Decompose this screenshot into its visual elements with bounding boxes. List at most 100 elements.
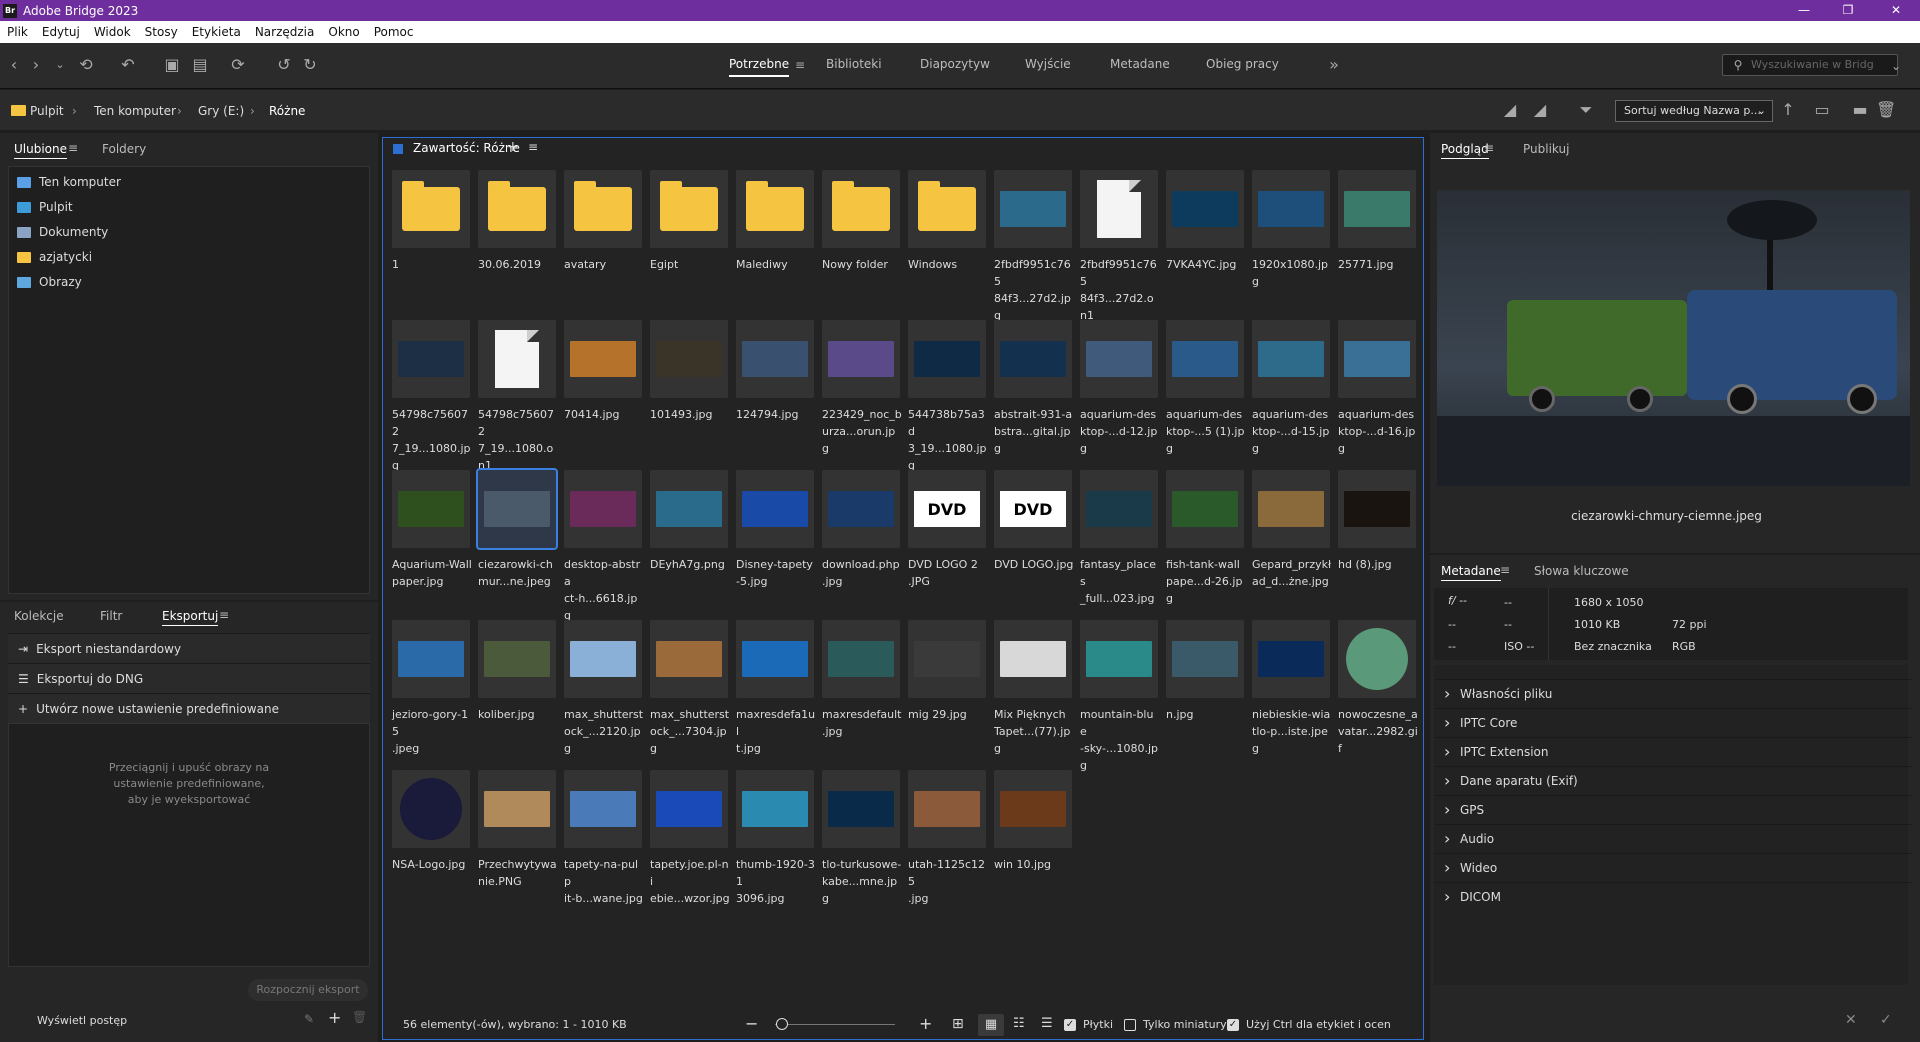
rotate-left-icon[interactable]: ↺	[274, 55, 294, 75]
thumbnail-tile[interactable]	[392, 170, 470, 248]
thumbnail-tile[interactable]	[1338, 320, 1416, 398]
tab-foldery[interactable]: Foldery	[102, 142, 146, 156]
thumbnail-label[interactable]: avatary	[564, 256, 644, 273]
thumbnail-label[interactable]: tlo-turkusowe-kabe...mne.jpg	[822, 856, 902, 907]
thumbnail-label[interactable]: Egipt	[650, 256, 730, 273]
menu-edytuj[interactable]: Edytuj	[35, 25, 87, 39]
breadcrumb-pulpit[interactable]: Pulpit	[30, 104, 64, 118]
thumbnail-label[interactable]: 54798c756072 7_19...1080.on1	[478, 406, 558, 474]
breadcrumb-gry[interactable]: Gry (E:)	[198, 104, 244, 118]
thumbnail-label[interactable]: jezioro-gory-15 .jpeg	[392, 706, 472, 757]
menu-narzedzia[interactable]: Narzędzia	[248, 25, 322, 39]
thumbnail-label[interactable]: 70414.jpg	[564, 406, 644, 423]
thumbnail-tile[interactable]	[1252, 170, 1330, 248]
metadata-section[interactable]: Dane aparatu (Exif)	[1434, 766, 1912, 795]
thumbnail-tile[interactable]	[476, 468, 558, 550]
thumbnail-label[interactable]: Disney-tapety -5.jpg	[736, 556, 816, 590]
trash-icon[interactable]: 🗑	[1876, 100, 1896, 120]
thumbnail-label[interactable]: aquarium-des ktop-...d-12.jpg	[1080, 406, 1160, 457]
panel-menu-icon[interactable]: ≡	[68, 141, 78, 155]
thumbnail-label[interactable]: Przechwytywa nie.PNG	[478, 856, 558, 890]
thumbnail-tile[interactable]: DVD	[908, 470, 986, 548]
sync-icon[interactable]: ⟳	[228, 55, 248, 75]
thumbnail-tile[interactable]	[564, 320, 642, 398]
menu-etykieta[interactable]: Etykieta	[185, 25, 248, 39]
thumbnail-tile[interactable]	[478, 770, 556, 848]
workspace-menu-icon[interactable]: ≡	[790, 55, 810, 75]
add-tab-icon[interactable]: +	[507, 139, 519, 155]
edit-icon[interactable]: ✎	[304, 1012, 314, 1026]
thumbnail-label[interactable]: Malediwy	[736, 256, 816, 273]
thumbnail-label[interactable]: fish-tank-wall pape...d-26.jpg	[1166, 556, 1246, 607]
thumbnail-tile[interactable]	[392, 320, 470, 398]
tab-biblioteki[interactable]: Biblioteki	[826, 57, 882, 71]
new-preset[interactable]: + Utwórz nowe ustawienie predefiniowane	[8, 693, 370, 723]
breadcrumb-rozne[interactable]: Różne	[269, 104, 305, 118]
thumbnail-label[interactable]: desktop-abstra ct-h...6618.jpg	[564, 556, 644, 624]
metadata-section[interactable]: Własności pliku	[1434, 679, 1912, 708]
thumbnail-tile[interactable]	[1338, 170, 1416, 248]
thumbnail-tile[interactable]	[1166, 620, 1244, 698]
thumbnail-tile[interactable]	[650, 470, 728, 548]
thumbnail-tile[interactable]	[1252, 620, 1330, 698]
thumbnail-label[interactable]: n.jpg	[1166, 706, 1246, 723]
thumbnail-label[interactable]: Nowy folder	[822, 256, 902, 273]
filter-icon[interactable]: ⏷	[1576, 100, 1596, 120]
fav-ten-komputer[interactable]: Ten komputer	[17, 175, 121, 189]
chevron-down-icon[interactable]: ⌄	[50, 55, 70, 75]
thumbnail-label[interactable]: 124794.jpg	[736, 406, 816, 423]
thumbnail-label[interactable]: download.php .jpg	[822, 556, 902, 590]
menu-stosy[interactable]: Stosy	[138, 25, 185, 39]
thumbnail-label[interactable]: aquarium-des ktop-...d-15.jpg	[1252, 406, 1332, 457]
boomerang-icon[interactable]: ↶	[118, 55, 138, 75]
thumbnail-label[interactable]: 544738b75a3d 3_19...1080.jpg	[908, 406, 988, 474]
thumbnail-tile[interactable]	[564, 470, 642, 548]
thumbnail-tile[interactable]	[564, 170, 642, 248]
start-export-button[interactable]: Rozpocznij eksport	[248, 979, 368, 1001]
thumbnail-tile[interactable]	[908, 620, 986, 698]
refine-icon[interactable]: ▤	[190, 55, 210, 75]
thumbnail-tile[interactable]	[994, 170, 1072, 248]
drop-zone[interactable]: Przeciągnij i upuść obrazy na ustawienie…	[8, 723, 370, 967]
thumbnail-tile[interactable]	[650, 320, 728, 398]
thumbnail-label[interactable]: 54798c756072 7_19...1080.jpg	[392, 406, 472, 474]
open-recent-icon[interactable]: ▭	[1812, 100, 1832, 120]
restore-button[interactable]: ❐	[1828, 0, 1868, 21]
metadata-section[interactable]: GPS	[1434, 795, 1912, 824]
menu-pomoc[interactable]: Pomoc	[367, 25, 421, 39]
thumbnail-tile[interactable]	[564, 770, 642, 848]
recent-icon[interactable]: ⟲	[76, 55, 96, 75]
sort-ascending-icon[interactable]: ↑	[1778, 100, 1798, 120]
thumbnail-tile[interactable]	[1338, 620, 1416, 698]
thumbnail-tile[interactable]	[908, 770, 986, 848]
more-workspaces-icon[interactable]: »	[1324, 55, 1344, 75]
details-view-icon[interactable]: ☷	[1013, 1016, 1025, 1031]
thumbnail-label[interactable]: mig 29.jpg	[908, 706, 988, 723]
grid-lock-icon[interactable]: ⊞	[952, 1016, 964, 1032]
fav-dokumenty[interactable]: Dokumenty	[17, 225, 108, 239]
metadata-section[interactable]: IPTC Core	[1434, 708, 1912, 737]
thumbnail-tile[interactable]	[1252, 320, 1330, 398]
fav-pulpit[interactable]: Pulpit	[17, 200, 73, 214]
thumbnail-view-icon[interactable]: ▦	[978, 1014, 1004, 1036]
thumbnail-tile[interactable]	[908, 320, 986, 398]
thumbnail-tile[interactable]	[1080, 320, 1158, 398]
thumbnail-tile[interactable]	[736, 470, 814, 548]
thumbnail-label[interactable]: 223429_noc_b urza...orun.jpg	[822, 406, 902, 457]
menu-plik[interactable]: Plik	[0, 25, 35, 39]
thumbnail-label[interactable]: max_shutterst ock_...7304.jpg	[650, 706, 730, 757]
thumbnail-label[interactable]: maxresdefa1ul t.jpg	[736, 706, 816, 757]
panel-menu-icon[interactable]: ≡	[219, 608, 229, 622]
trash-icon[interactable]: 🗑	[352, 1010, 367, 1024]
thumbnail-tile[interactable]	[1166, 170, 1244, 248]
thumbnail-label[interactable]: 2fbdf9951c765 84f3...27d2.jpg	[994, 256, 1074, 324]
thumbnail-label[interactable]: DVD LOGO.jpg	[994, 556, 1074, 573]
thumbnail-tile[interactable]	[994, 620, 1072, 698]
thumbnail-label[interactable]: Gepard_przykł ad_d...żne.jpg	[1252, 556, 1332, 590]
show-progress-link[interactable]: Wyświetl postęp	[37, 1014, 127, 1027]
thumbnail-tile[interactable]	[822, 770, 900, 848]
preview-image[interactable]	[1437, 190, 1910, 486]
thumbnail-label[interactable]: koliber.jpg	[478, 706, 558, 723]
menu-widok[interactable]: Widok	[87, 25, 138, 39]
thumbnail-tile[interactable]	[564, 620, 642, 698]
